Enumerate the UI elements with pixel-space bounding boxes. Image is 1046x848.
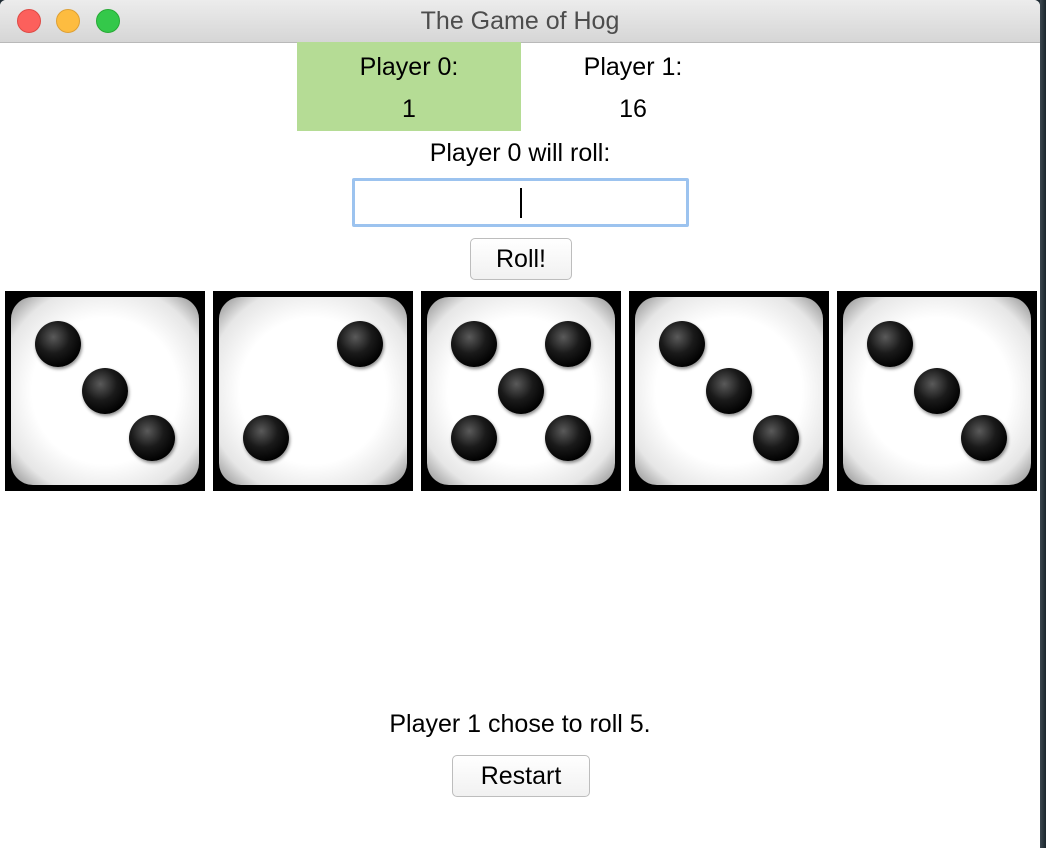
player-0-score-panel: Player 0: 1 bbox=[297, 42, 521, 131]
die-pip bbox=[545, 321, 591, 367]
die-pip bbox=[129, 415, 175, 461]
die-face bbox=[635, 297, 823, 485]
die-pip bbox=[451, 321, 497, 367]
player-0-score: 1 bbox=[402, 95, 416, 123]
die-pip bbox=[498, 368, 544, 414]
die-pip bbox=[545, 415, 591, 461]
die-3 bbox=[629, 291, 829, 491]
window-title: The Game of Hog bbox=[420, 7, 620, 35]
die-pip bbox=[867, 321, 913, 367]
restart-button[interactable]: Restart bbox=[452, 755, 590, 797]
die-pip bbox=[82, 368, 128, 414]
player-0-label: Player 0: bbox=[359, 53, 459, 81]
die-pip bbox=[961, 415, 1007, 461]
roll-button[interactable]: Roll! bbox=[470, 238, 572, 280]
player-1-score-panel: Player 1: 16 bbox=[521, 42, 745, 131]
die-pip bbox=[753, 415, 799, 461]
die-face bbox=[219, 297, 407, 485]
player-1-score: 16 bbox=[619, 95, 647, 123]
die-pip bbox=[706, 368, 752, 414]
die-face bbox=[843, 297, 1031, 485]
die-4 bbox=[837, 291, 1037, 491]
die-pip bbox=[337, 321, 383, 367]
die-pip bbox=[914, 368, 960, 414]
desktop-background bbox=[1040, 0, 1046, 848]
die-2 bbox=[421, 291, 621, 491]
die-pip bbox=[243, 415, 289, 461]
die-face bbox=[11, 297, 199, 485]
die-0 bbox=[5, 291, 205, 491]
status-message: Player 1 chose to roll 5. bbox=[389, 710, 651, 738]
title-bar: The Game of Hog bbox=[0, 0, 1040, 43]
player-1-label: Player 1: bbox=[583, 53, 683, 81]
die-pip bbox=[451, 415, 497, 461]
text-cursor bbox=[520, 188, 522, 218]
die-1 bbox=[213, 291, 413, 491]
die-pip bbox=[659, 321, 705, 367]
die-face bbox=[427, 297, 615, 485]
hog-window: The Game of Hog Player 0: 1 Player 1: 16… bbox=[0, 0, 1040, 848]
roll-prompt: Player 0 will roll: bbox=[429, 139, 611, 167]
die-pip bbox=[35, 321, 81, 367]
